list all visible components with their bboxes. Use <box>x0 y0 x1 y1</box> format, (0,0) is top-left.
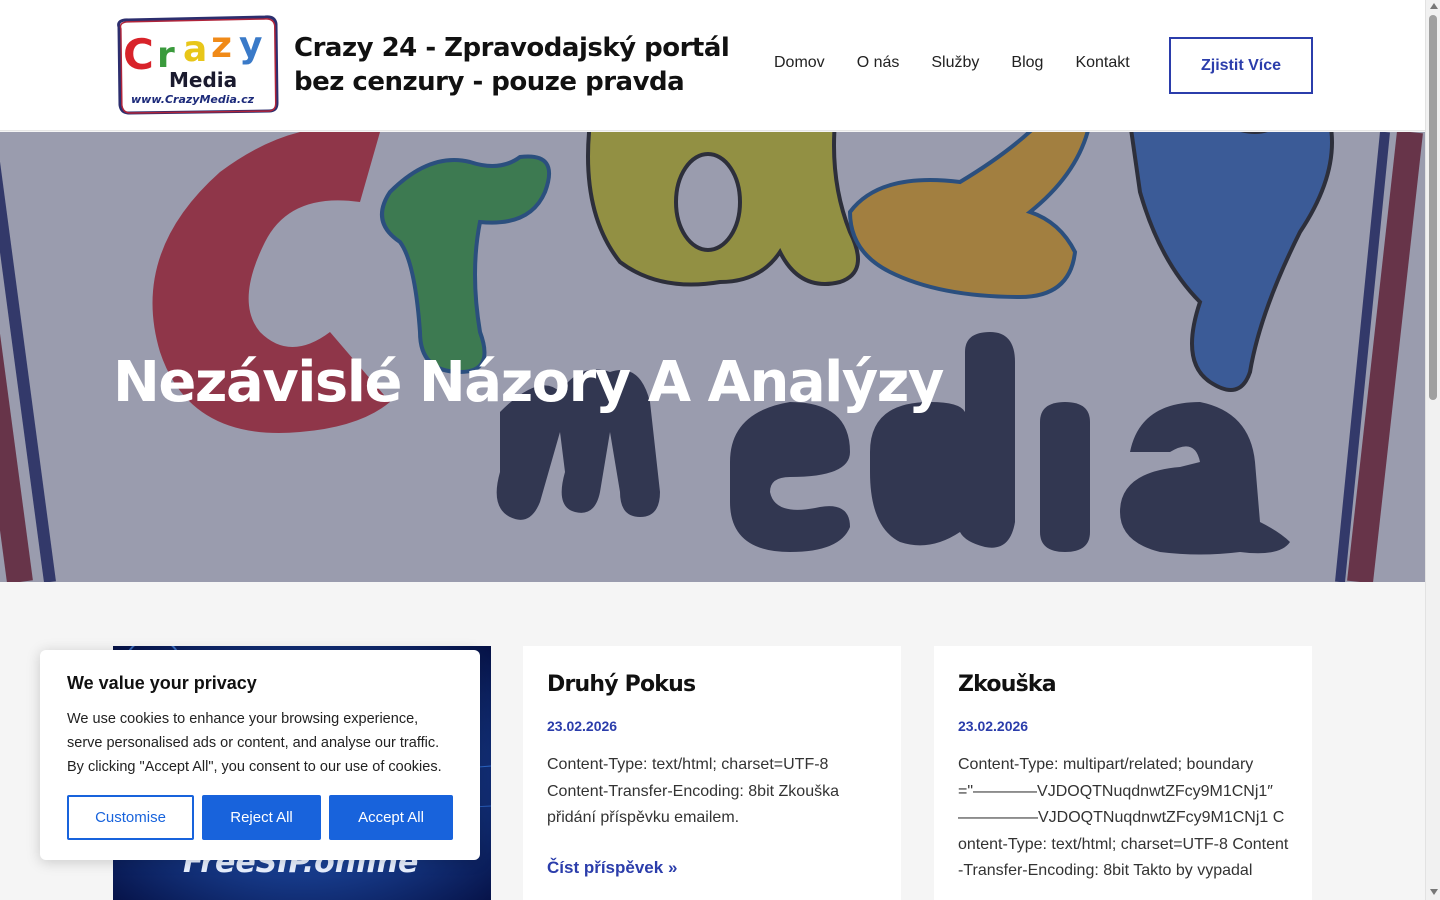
nav-item-kontakt[interactable]: Kontakt <box>1075 54 1129 72</box>
scroll-up-arrow-icon[interactable] <box>1430 3 1438 9</box>
svg-text:C: C <box>123 30 154 79</box>
post-card: Druhý Pokus 23.02.2026 Content-Type: tex… <box>523 646 901 900</box>
svg-text:z: z <box>211 25 232 66</box>
learn-more-button[interactable]: Zjistit Více <box>1169 37 1313 94</box>
post-excerpt: Content-Type: text/html; charset=UTF-8 C… <box>547 756 839 826</box>
cookie-description: We use cookies to enhance your browsing … <box>67 711 442 775</box>
read-more-link[interactable]: Číst příspěvek » <box>547 858 677 878</box>
hero-title: Nezávislé Názory A Analýzy <box>113 350 944 415</box>
site-header: C r a z y Media www.CrazyMedia.cz Crazy … <box>0 0 1425 131</box>
nav-item-o-nas[interactable]: O nás <box>857 54 900 72</box>
nav-item-sluzby[interactable]: Služby <box>931 54 979 72</box>
cookie-title: We value your privacy <box>67 673 257 693</box>
nav-item-blog[interactable]: Blog <box>1011 54 1043 72</box>
site-title[interactable]: Crazy 24 - Zpravodajský portál bez cenzu… <box>294 31 764 99</box>
reject-all-button[interactable]: Reject All <box>202 795 321 840</box>
post-title[interactable]: Druhý Pokus <box>547 672 696 697</box>
hero-banner: Nezávislé Názory A Analýzy <box>0 132 1425 582</box>
main-nav: Domov O nás Služby Blog Kontakt <box>774 54 1130 72</box>
post-date: 23.02.2026 <box>547 718 618 734</box>
svg-text:a: a <box>183 29 207 70</box>
scrollbar-thumb[interactable] <box>1429 15 1437 400</box>
post-excerpt: Content-Type: multipart/related; boundar… <box>958 756 1289 879</box>
post-card: Zkouška 23.02.2026 Content-Type: multipa… <box>934 646 1312 900</box>
logo-media-text: Media <box>169 68 237 92</box>
nav-item-domov[interactable]: Domov <box>774 54 825 72</box>
cookie-consent-banner: We value your privacy We use cookies to … <box>40 650 480 860</box>
site-logo[interactable]: C r a z y Media www.CrazyMedia.cz <box>113 15 279 115</box>
page-scrollbar[interactable] <box>1425 0 1440 900</box>
scroll-down-arrow-icon[interactable] <box>1430 889 1438 895</box>
customise-button[interactable]: Customise <box>67 795 194 840</box>
logo-url-text: www.CrazyMedia.cz <box>131 93 255 106</box>
post-date: 23.02.2026 <box>958 718 1029 734</box>
svg-text:y: y <box>239 25 262 66</box>
post-title[interactable]: Zkouška <box>958 672 1057 697</box>
accept-all-button[interactable]: Accept All <box>329 795 453 840</box>
